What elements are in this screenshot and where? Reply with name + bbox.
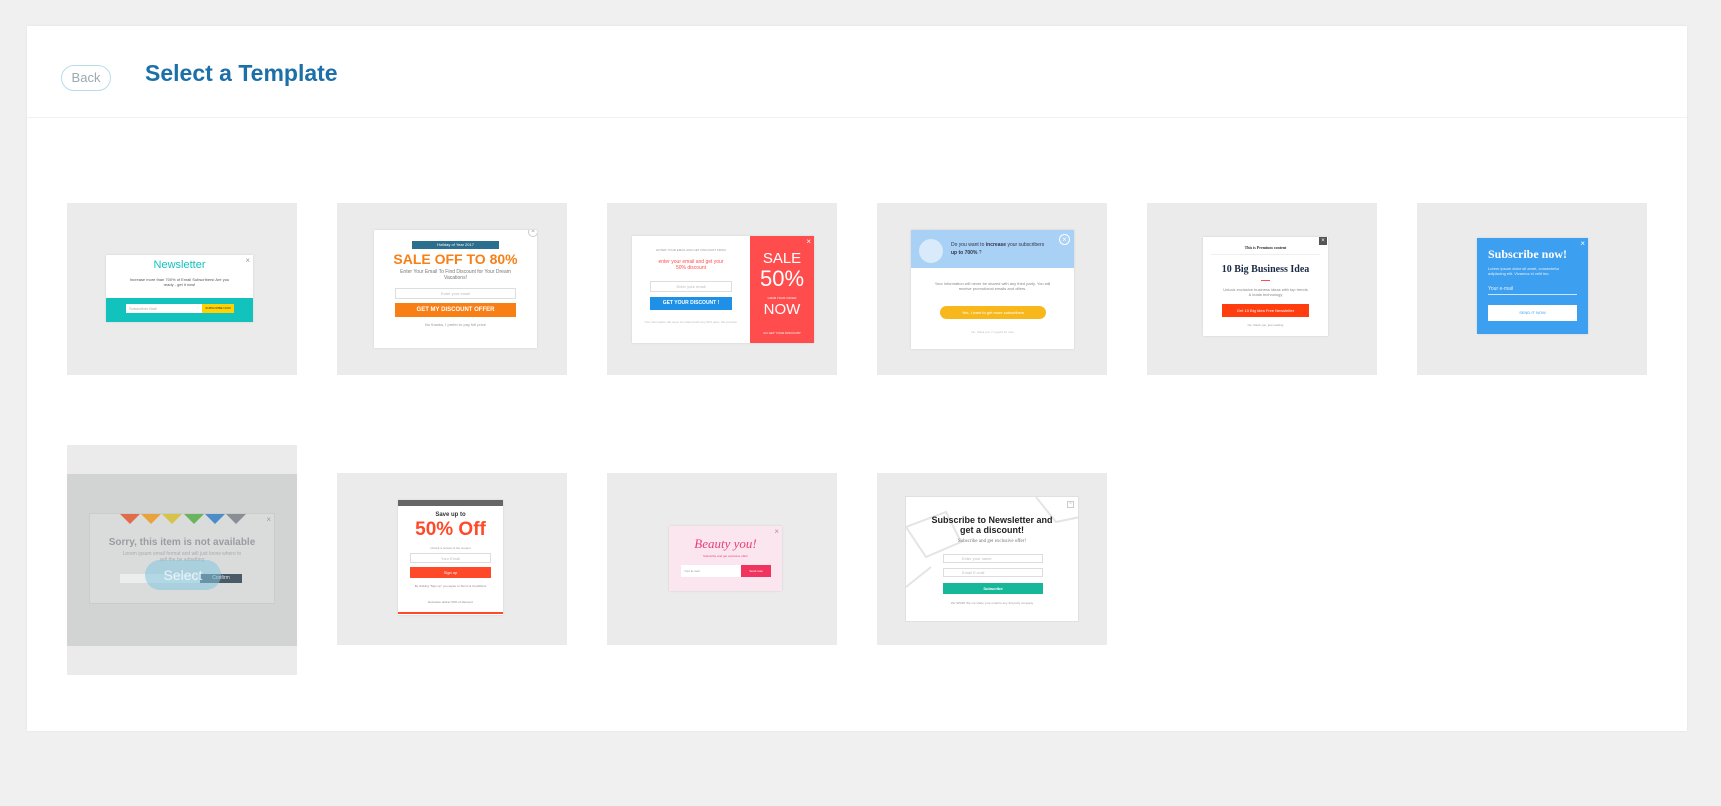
template-card-not-available[interactable]: × Sorry, this item is not available Lore… [67,445,297,675]
sale-now: NOW [763,301,801,318]
template-card-beauty-you[interactable]: × Beauty you! Subscribe and get exclusiv… [607,473,837,645]
preview-badge: Holiday of Year 2017 [412,241,499,249]
preview-top: This is Premium content [1244,245,1287,250]
preview-body: Your information will never be shared wi… [934,281,1051,291]
template-preview: ENTER YOUR EMAIL AND GET DISCOUNT FROM e… [632,236,814,343]
preview-button: Send now [741,565,771,577]
template-preview: × Holiday of Year 2017 SALE OFF TO 80% E… [374,230,537,348]
preview-top-text: ENTER YOUR EMAIL AND GET DISCOUNT FROM [656,248,726,252]
preview-big: 50% Off [415,519,486,540]
close-icon: × [806,237,811,246]
template-card-sale-50[interactable]: ENTER YOUR EMAIL AND GET DISCOUNT FROM e… [607,203,837,375]
preview-button: GET YOUR DISCOUNT ! [650,297,732,310]
preview-input: Your Email [410,553,491,563]
preview-footer: We SPAM! We not share your email to any … [950,601,1034,605]
close-icon: × [1059,234,1070,245]
hover-overlay: × Sorry, this item is not available Lore… [67,474,297,646]
preview-title: Subscribe now! [1488,247,1568,261]
preview-footer-band: Subscriber Mail SUBSCRIBE NOW [106,298,253,322]
template-preview: × Subscribe to Newsletter and get a disc… [905,496,1079,622]
preview-footer: Exclusive deliver 50% of discount [428,600,473,604]
preview-input: Enter your email [395,288,516,299]
close-icon: × [1319,237,1327,245]
preview-title: Subscribe to Newsletter and get a discou… [931,515,1053,535]
sale-small: GRAB YOUR OFFER [767,296,797,300]
template-preview: Do you want to increase your subscribers… [911,230,1074,349]
sale-percent: 50% [759,266,805,291]
megaphone-icon [919,239,943,263]
preview-title: SALE OFF TO 80% [393,251,518,267]
preview-input: Your E-mail [681,565,741,577]
close-icon: × [266,515,271,524]
preview-footer: No, thank you, just reading [1247,323,1284,327]
preview-input: Enter your email [650,281,732,292]
preview-bottom-bar [398,612,503,614]
preview-button: Subscribe [943,583,1043,594]
preview-button: Get 10 Big Idea Free Newsletter [1222,304,1309,317]
divider [1211,254,1320,255]
preview-title: Save up to [435,512,466,518]
sale-word: SALE [762,250,802,267]
template-card-increase-subscribers[interactable]: Do you want to increase your subscribers… [877,203,1107,375]
template-card-newsletter-discount[interactable]: × Subscribe to Newsletter and get a disc… [877,473,1107,645]
preview-question: Do you want to increase your subscribers… [951,242,1045,256]
preview-sub: Subscribe and get exclusive offer! [703,554,748,558]
preview-input: Subscriber Mail [126,304,202,313]
preview-title: Sorry, this item is not available [108,537,256,548]
close-icon: × [1067,501,1074,508]
template-card-sale-off[interactable]: × Holiday of Year 2017 SALE OFF TO 80% E… [337,203,567,375]
preview-title: Newsletter [153,259,206,271]
template-card-save-50-off[interactable]: Save up to 50% Off Unlock a receipt of t… [337,473,567,645]
preview-fine: By clicking "Sign up" you agree to Terms… [414,584,487,588]
preview-email-input: Email E-mail [943,568,1043,577]
preview-headline: enter your email and get your 50% discou… [658,259,724,271]
preview-button: SEND IT NOW [1488,305,1577,321]
template-preview: × Subscribe now! Lorem ipsum dolor sit a… [1477,238,1588,334]
template-preview: × Beauty you! Subscribe and get exclusiv… [669,526,782,591]
preview-title: 10 Big Business Idea [1221,264,1310,275]
preview-button: GET MY DISCOUNT OFFER [395,303,516,317]
preview-subtitle: Enter Your Email To Find Discount for Yo… [400,269,511,281]
preview-body: Unlock exclusive business ideas with top… [1223,287,1308,297]
preview-title: Beauty you! [694,536,757,551]
template-card-premium-content[interactable]: × This is Premium content 10 Big Busines… [1147,203,1377,375]
preview-text: Increase more than 700% of Email Subscri… [129,277,230,287]
preview-input: Your e-mail [1488,286,1577,295]
preview-name-input: Enter your name [943,554,1043,563]
preview-sub: Subscribe and get exclusive offer! [957,539,1027,544]
template-preview: Save up to 50% Off Unlock a receipt of t… [398,500,503,615]
page-title: Select a Template [145,60,338,86]
preview-body: Lorem ipsum dolor sit amet, consectetur … [1488,266,1560,276]
preview-button: SUBSCRIBE NOW [202,304,234,313]
template-preview: × Sorry, this item is not available Lore… [89,513,275,604]
preview-left-pane: ENTER YOUR EMAIL AND GET DISCOUNT FROM e… [632,236,750,343]
preview-footer: No thanks, I prefer to pay full price [425,322,486,327]
template-preview: × This is Premium content 10 Big Busines… [1203,237,1328,336]
preview-fine-print: Your information will never be shared wi… [644,320,738,324]
bunting-flags [120,514,246,524]
preview-sub: Unlock a receipt of the coupon [430,546,471,550]
template-preview: × Newsletter Increase more than 700% of … [106,255,253,322]
close-icon: × [1580,239,1585,248]
preview-button: Sign up [410,567,491,578]
template-card-subscribe-now[interactable]: × Subscribe now! Lorem ipsum dolor sit a… [1417,203,1647,375]
back-button[interactable]: Back [61,65,111,91]
select-button[interactable]: Select [145,560,221,590]
template-card-newsletter[interactable]: × Newsletter Increase more than 700% of … [67,203,297,375]
preview-top-bar [398,500,503,506]
preview-sale-pane: × SALE 50% GRAB YOUR OFFER NOW GO GET YO… [750,236,814,343]
close-icon: × [774,527,779,536]
sale-footer: GO GET YOUR DISCOUNT [763,331,801,335]
panel-header: Back Select a Template [27,26,1687,118]
close-icon: × [528,230,537,237]
accent-line [1261,280,1270,281]
preview-header-band: Do you want to increase your subscribers… [911,230,1074,268]
preview-footer: No, thank you, I'm good for now [971,330,1014,334]
preview-button: Yes, I want to get more subscribers [940,306,1046,319]
